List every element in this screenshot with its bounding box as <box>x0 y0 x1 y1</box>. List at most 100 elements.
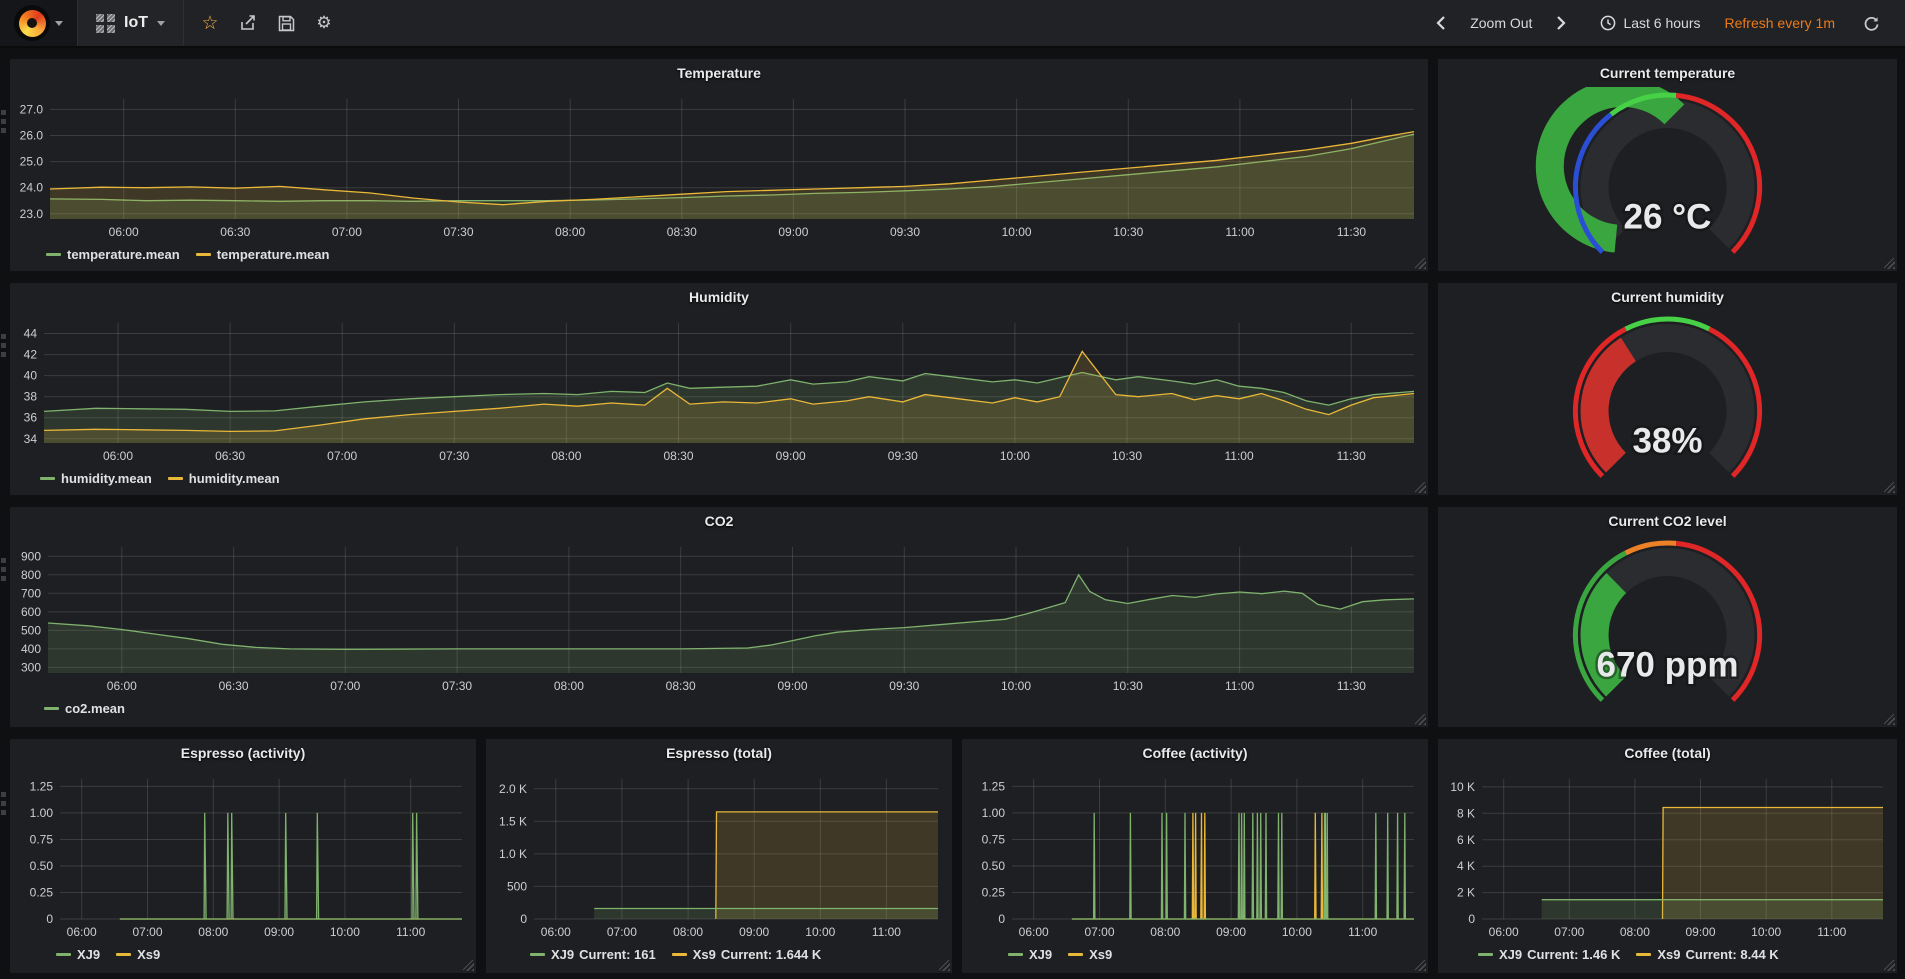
resize-handle-icon[interactable] <box>1884 482 1895 493</box>
svg-text:06:00: 06:00 <box>67 925 97 939</box>
legend-current-value: Current: 161 <box>579 947 656 962</box>
dashboard-grid-icon <box>96 14 115 33</box>
grafana-menu-button[interactable] <box>0 0 77 46</box>
svg-text:1.00: 1.00 <box>30 806 54 820</box>
panel-title[interactable]: Coffee (total) <box>1438 739 1897 767</box>
svg-text:07:30: 07:30 <box>443 225 473 239</box>
row-drag-handle[interactable] <box>1 110 9 133</box>
svg-text:08:30: 08:30 <box>663 449 693 463</box>
svg-text:09:30: 09:30 <box>889 679 919 693</box>
panel-humidity: Humidity 06:0006:3007:0007:3008:0008:300… <box>10 283 1428 495</box>
legend: XJ9 Xs9 <box>962 943 1428 965</box>
legend-item[interactable]: Xs9Current: 1.644 K <box>672 947 822 962</box>
svg-text:40: 40 <box>24 369 38 383</box>
svg-text:11:00: 11:00 <box>1817 925 1846 939</box>
svg-text:07:30: 07:30 <box>442 679 472 693</box>
svg-text:09:00: 09:00 <box>1216 925 1246 939</box>
svg-text:10:00: 10:00 <box>1001 679 1031 693</box>
resize-handle-icon[interactable] <box>1415 714 1426 725</box>
legend-item[interactable]: Xs9 <box>1068 947 1112 962</box>
legend-item[interactable]: humidity.mean <box>40 471 152 486</box>
resize-handle-icon[interactable] <box>939 960 950 971</box>
panel-title[interactable]: Current temperature <box>1438 59 1897 87</box>
legend-item[interactable]: XJ9Current: 161 <box>530 947 656 962</box>
refresh-icon[interactable] <box>1854 9 1889 38</box>
svg-text:06:00: 06:00 <box>107 679 137 693</box>
svg-text:07:00: 07:00 <box>132 925 162 939</box>
zoom-out-button[interactable]: Zoom Out <box>1461 9 1541 37</box>
legend-item[interactable]: XJ9Current: 1.46 K <box>1478 947 1620 962</box>
legend-item[interactable]: temperature.mean <box>46 247 180 262</box>
share-icon[interactable] <box>232 7 264 39</box>
resize-handle-icon[interactable] <box>1884 960 1895 971</box>
temperature-chart[interactable]: 06:0006:3007:0007:3008:0008:3009:0009:30… <box>10 87 1428 243</box>
zoom-out-right-chevron-icon[interactable] <box>1547 9 1575 37</box>
panel-title[interactable]: CO2 <box>10 507 1428 535</box>
svg-text:10:00: 10:00 <box>1002 225 1032 239</box>
legend-item[interactable]: Xs9 <box>116 947 160 962</box>
svg-text:10:30: 10:30 <box>1113 679 1143 693</box>
svg-text:11:30: 11:30 <box>1337 225 1366 239</box>
svg-text:500: 500 <box>21 623 41 637</box>
svg-text:34: 34 <box>24 432 38 446</box>
svg-text:11:30: 11:30 <box>1337 449 1366 463</box>
coffee-total-chart[interactable]: 06:0007:0008:0009:0010:0011:0002 K4 K6 K… <box>1438 767 1897 943</box>
svg-text:0: 0 <box>1468 912 1475 926</box>
legend-item[interactable]: XJ9 <box>56 947 100 962</box>
resize-handle-icon[interactable] <box>463 960 474 971</box>
panel-title[interactable]: Espresso (total) <box>486 739 952 767</box>
svg-text:4 K: 4 K <box>1457 859 1475 873</box>
legend-item[interactable]: co2.mean <box>44 701 125 716</box>
svg-text:11:30: 11:30 <box>1337 679 1366 693</box>
resize-handle-icon[interactable] <box>1415 960 1426 971</box>
legend-item[interactable]: humidity.mean <box>168 471 280 486</box>
espresso-activity-chart[interactable]: 06:0007:0008:0009:0010:0011:0000.250.500… <box>10 767 476 943</box>
svg-text:900: 900 <box>21 549 41 563</box>
panel-title[interactable]: Current humidity <box>1438 283 1897 311</box>
svg-text:10:00: 10:00 <box>1282 925 1312 939</box>
gear-icon[interactable]: ⚙ <box>308 7 340 39</box>
star-icon[interactable]: ☆ <box>194 7 226 39</box>
panel-title[interactable]: Current CO2 level <box>1438 507 1897 535</box>
save-icon[interactable] <box>270 7 302 39</box>
row-drag-handle[interactable] <box>1 558 9 581</box>
refresh-interval-button[interactable]: Refresh every 1m <box>1716 9 1844 37</box>
panel-title[interactable]: Humidity <box>10 283 1428 311</box>
svg-text:06:30: 06:30 <box>220 225 250 239</box>
svg-text:10:00: 10:00 <box>1000 449 1030 463</box>
legend-item[interactable]: XJ9 <box>1008 947 1052 962</box>
svg-text:0: 0 <box>520 912 527 926</box>
svg-text:09:00: 09:00 <box>777 679 807 693</box>
dashboard-picker[interactable]: IoT <box>77 0 184 46</box>
svg-text:300: 300 <box>21 660 41 674</box>
resize-handle-icon[interactable] <box>1884 714 1895 725</box>
svg-text:26 °C: 26 °C <box>1624 197 1712 236</box>
zoom-out-left-chevron-icon[interactable] <box>1427 9 1455 37</box>
panel-title[interactable]: Temperature <box>10 59 1428 87</box>
svg-text:06:00: 06:00 <box>541 925 571 939</box>
row-drag-handle[interactable] <box>1 792 9 815</box>
svg-text:11:00: 11:00 <box>872 925 901 939</box>
humidity-chart[interactable]: 06:0006:3007:0007:3008:0008:3009:0009:30… <box>10 311 1428 467</box>
legend-item[interactable]: temperature.mean <box>196 247 330 262</box>
svg-text:600: 600 <box>21 605 41 619</box>
row-drag-handle[interactable] <box>1 334 9 357</box>
time-range-picker[interactable]: Last 6 hours <box>1591 9 1709 37</box>
co2-chart[interactable]: 06:0006:3007:0007:3008:0008:3009:0009:30… <box>10 535 1428 697</box>
panel-title[interactable]: Espresso (activity) <box>10 739 476 767</box>
resize-handle-icon[interactable] <box>1884 258 1895 269</box>
legend: co2.mean <box>10 697 1428 719</box>
coffee-activity-chart[interactable]: 06:0007:0008:0009:0010:0011:0000.250.500… <box>962 767 1428 943</box>
svg-text:09:00: 09:00 <box>778 225 808 239</box>
svg-text:0.75: 0.75 <box>30 833 54 847</box>
resize-handle-icon[interactable] <box>1415 258 1426 269</box>
espresso-total-chart[interactable]: 06:0007:0008:0009:0010:0011:0005001.0 K1… <box>486 767 952 943</box>
svg-text:10:30: 10:30 <box>1113 225 1143 239</box>
legend-item[interactable]: Xs9Current: 8.44 K <box>1636 947 1778 962</box>
legend: XJ9Current: 1.46 K Xs9Current: 8.44 K <box>1438 943 1897 965</box>
svg-text:800: 800 <box>21 568 41 582</box>
svg-text:11:00: 11:00 <box>1225 449 1254 463</box>
svg-text:06:00: 06:00 <box>1489 925 1519 939</box>
resize-handle-icon[interactable] <box>1415 482 1426 493</box>
panel-title[interactable]: Coffee (activity) <box>962 739 1428 767</box>
